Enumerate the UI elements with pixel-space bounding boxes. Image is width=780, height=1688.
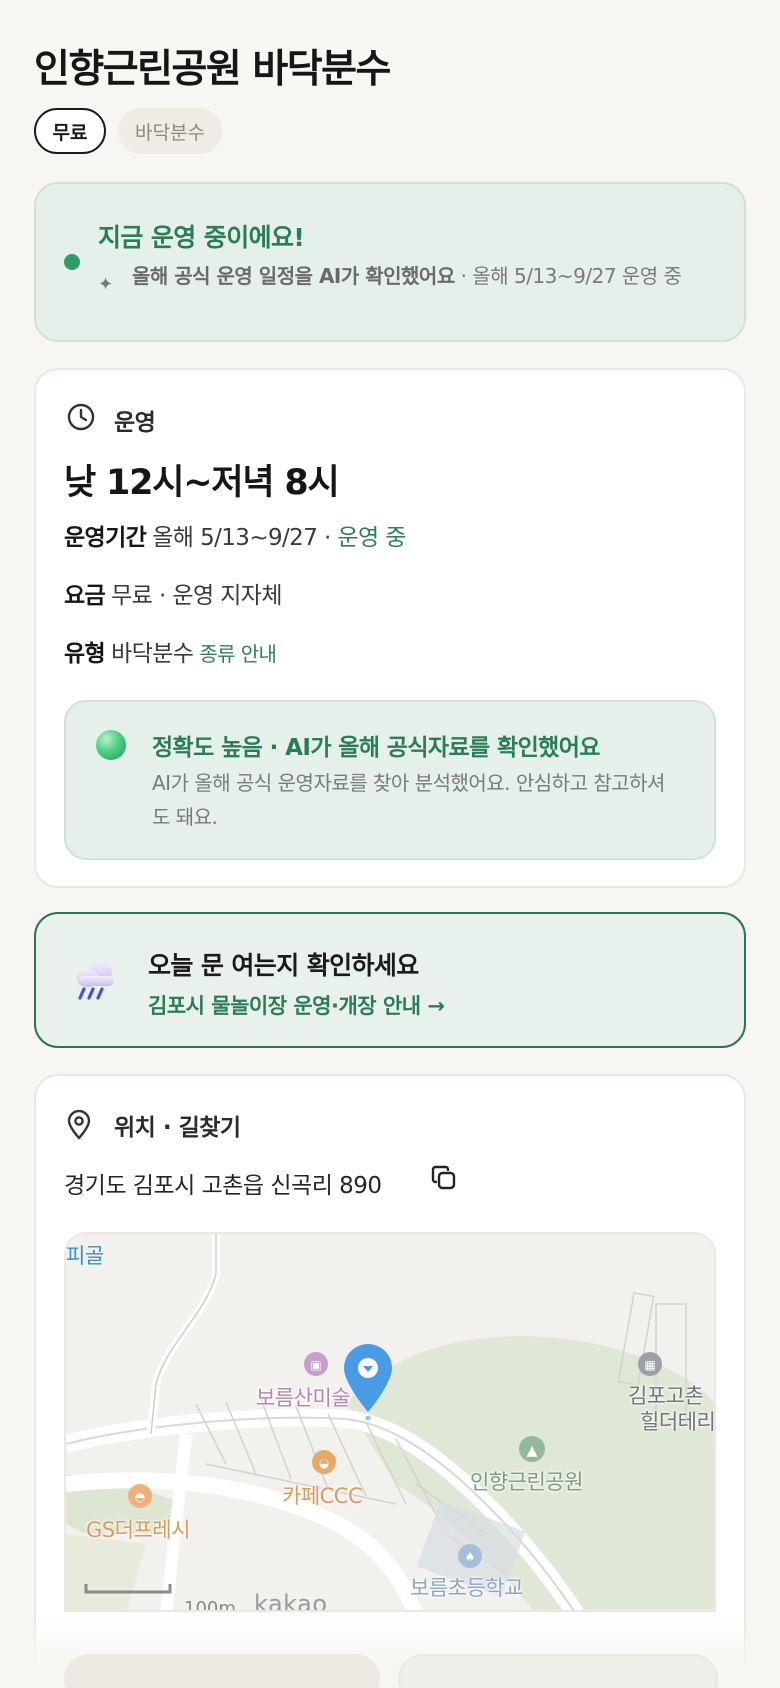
map-provider-logo: kakao bbox=[254, 1590, 328, 1612]
accuracy-orb-icon bbox=[96, 730, 126, 760]
accuracy-box: 정확도 높음 · AI가 올해 공식자료를 확인했어요 AI가 올해 공식 운영… bbox=[64, 700, 716, 860]
map-label-museum[interactable]: 보름산미술 bbox=[256, 1382, 351, 1412]
type-chip[interactable]: 바닥분수 bbox=[118, 108, 222, 154]
location-section-label: 위치 · 길찾기 bbox=[114, 1115, 241, 1141]
map-label-corner: 피골 bbox=[66, 1244, 104, 1268]
operation-section-label: 운영 bbox=[114, 410, 156, 436]
map-graphics: ▣ ▦ ▲ ◒ ◓ ♠ bbox=[66, 1234, 714, 1610]
map-view[interactable]: ▣ ▦ ▲ ◒ ◓ ♠ 피골 보름산미술 김포고촌 힐더테리 인향근린공원 카페… bbox=[64, 1232, 716, 1612]
status-desc-bold: 올해 공식 운영 일정을 AI가 확인했어요 bbox=[132, 264, 455, 288]
type-row: 유형 바닥분수 종류 안내 bbox=[64, 634, 277, 668]
map-label-park[interactable]: 인향근린공원 bbox=[470, 1466, 583, 1496]
type-key: 유형 bbox=[64, 641, 106, 667]
bottom-action-button-2[interactable] bbox=[398, 1654, 718, 1688]
rain-cloud-icon bbox=[77, 961, 114, 1000]
fee-key: 요금 bbox=[64, 583, 106, 609]
bottom-action-button-1[interactable] bbox=[64, 1654, 380, 1688]
status-title: 지금 운영 중이에요! bbox=[98, 223, 305, 252]
map-label-cafe[interactable]: 카페CCC bbox=[282, 1480, 363, 1510]
fee-chip[interactable]: 무료 bbox=[34, 108, 106, 154]
period-key: 운영기간 bbox=[64, 525, 147, 551]
accuracy-title: 정확도 높음 · AI가 올해 공식자료를 확인했어요 bbox=[152, 735, 600, 761]
svg-text:▦: ▦ bbox=[644, 1358, 655, 1372]
address-text: 경기도 김포시 고촌읍 신곡리 890 bbox=[64, 1173, 382, 1199]
fee-value: 무료 · 운영 지자체 bbox=[111, 583, 282, 609]
status-desc: 올해 공식 운영 일정을 AI가 확인했어요 · 올해 5/13~9/27 운영… bbox=[132, 262, 722, 290]
open-check-title: 오늘 문 여는지 확인하세요 bbox=[148, 951, 419, 980]
page-title: 인향근린공원 바닥분수 bbox=[34, 47, 391, 92]
period-row: 운영기간 올해 5/13~9/27 · 운영 중 bbox=[64, 518, 406, 552]
operation-hours: 낮 12시~저녁 8시 bbox=[64, 463, 340, 503]
svg-text:▣: ▣ bbox=[310, 1358, 321, 1372]
sparkle-icon: ✦ bbox=[98, 274, 114, 295]
copy-icon[interactable] bbox=[430, 1164, 458, 1192]
fee-row: 요금 무료 · 운영 지자체 bbox=[64, 576, 282, 610]
svg-text:♠: ♠ bbox=[465, 1550, 476, 1564]
location-pin-icon bbox=[67, 1110, 91, 1140]
type-value: 바닥분수 bbox=[111, 641, 194, 667]
accuracy-desc: AI가 올해 공식 운영자료를 찾아 분석했어요. 안심하고 참고하셔도 돼요. bbox=[152, 771, 665, 829]
clock-icon bbox=[67, 403, 95, 431]
status-desc-rest: · 올해 5/13~9/27 운영 중 bbox=[454, 264, 682, 288]
map-scale-label: 100m bbox=[184, 1598, 236, 1612]
open-check-link[interactable]: 김포시 물놀이장 운영·개장 안내 → bbox=[148, 990, 445, 1020]
map-label-gs[interactable]: GS더프레시 bbox=[86, 1514, 190, 1544]
period-value: 올해 5/13~9/27 · bbox=[152, 525, 338, 551]
svg-text:◒: ◒ bbox=[319, 1456, 329, 1470]
svg-text:◓: ◓ bbox=[135, 1490, 145, 1504]
operation-card: 운영 낮 12시~저녁 8시 운영기간 올해 5/13~9/27 · 운영 중 요… bbox=[34, 368, 746, 888]
open-check-card[interactable]: 오늘 문 여는지 확인하세요 김포시 물놀이장 운영·개장 안내 → bbox=[34, 912, 746, 1048]
svg-text:▲: ▲ bbox=[527, 1443, 538, 1459]
page: 인향근린공원 바닥분수 무료 바닥분수 지금 운영 중이에요! ✦ 올해 공식 … bbox=[0, 0, 780, 1688]
period-status: 운영 중 bbox=[337, 525, 406, 551]
type-guide-link[interactable]: 종류 안내 bbox=[199, 642, 277, 666]
map-label-school[interactable]: 보름초등학교 bbox=[410, 1572, 523, 1602]
status-card: 지금 운영 중이에요! ✦ 올해 공식 운영 일정을 AI가 확인했어요 · 올… bbox=[34, 182, 746, 342]
location-card: 위치 · 길찾기 경기도 김포시 고촌읍 신곡리 890 ▣ ▦ ▲ ◒ ◓ ♠… bbox=[34, 1074, 746, 1688]
map-label-gochon-2[interactable]: 힐더테리 bbox=[640, 1406, 714, 1436]
status-dot-icon bbox=[64, 254, 80, 270]
